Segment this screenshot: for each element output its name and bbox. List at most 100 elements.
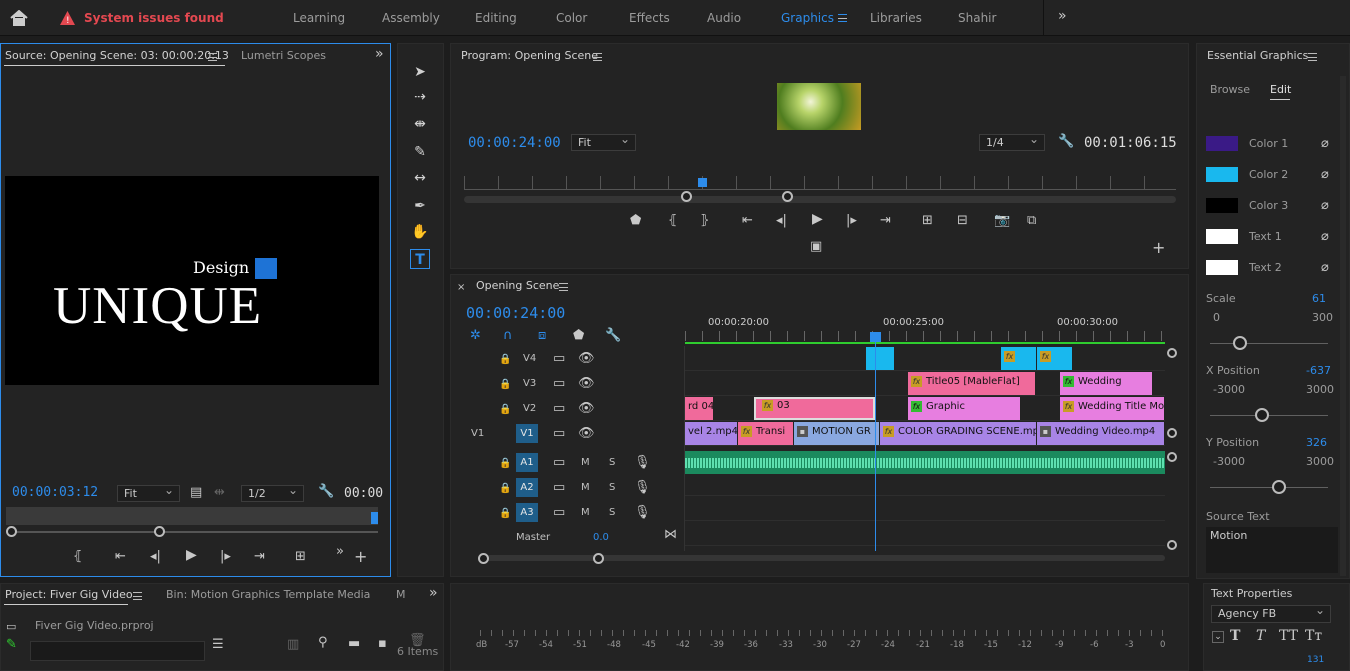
- track-select-tool-icon[interactable]: ⇢: [410, 87, 430, 107]
- prog-go-out-icon[interactable]: ⇥: [880, 214, 891, 227]
- source-fit-select[interactable]: Fit: [117, 483, 180, 502]
- hscroll-right[interactable]: [593, 553, 604, 564]
- panel-overflow-icon[interactable]: »: [375, 47, 384, 61]
- track-label[interactable]: V2: [523, 403, 536, 414]
- track-target-a2[interactable]: A2: [516, 478, 538, 497]
- settings-frame-icon[interactable]: ▤: [190, 486, 202, 499]
- ypos-value[interactable]: 326: [1306, 436, 1327, 449]
- program-menu-icon[interactable]: [593, 53, 602, 61]
- sync-lock-icon[interactable]: ▭: [553, 427, 565, 440]
- timeline-playhead-line[interactable]: [875, 341, 876, 551]
- source-playhead[interactable]: [371, 512, 378, 524]
- mark-in-icon[interactable]: ⦃: [73, 550, 83, 563]
- clip-wedding[interactable]: fx Wedding: [1060, 372, 1153, 395]
- eyedropper-icon[interactable]: ⌀: [1321, 230, 1329, 243]
- ws-editing[interactable]: Editing: [475, 11, 517, 25]
- clip-vel2[interactable]: vel 2.mp4: [685, 422, 738, 445]
- mute-button[interactable]: M: [581, 457, 590, 468]
- source-zoom-bar[interactable]: [12, 531, 378, 533]
- m-tab[interactable]: M: [396, 588, 406, 601]
- project-search-input[interactable]: [30, 641, 205, 661]
- extract-icon[interactable]: ⊟: [957, 214, 968, 227]
- eye-icon[interactable]: 👁: [578, 402, 595, 415]
- source-ruler[interactable]: [6, 507, 378, 525]
- project-overflow-icon[interactable]: »: [429, 586, 438, 600]
- clip-03[interactable]: fx 03: [754, 397, 875, 420]
- more-buttons-icon[interactable]: »: [336, 545, 344, 558]
- mute-button[interactable]: M: [581, 507, 590, 518]
- source-zoom-right[interactable]: [154, 526, 165, 537]
- ws-effects[interactable]: Effects: [629, 11, 670, 25]
- audio-clip-a1[interactable]: [685, 451, 1165, 474]
- razor-tool-icon[interactable]: ✎: [410, 142, 430, 162]
- ws-graphics[interactable]: Graphics: [781, 11, 834, 25]
- lock-icon[interactable]: 🔒: [499, 378, 511, 391]
- prog-mark-out-icon[interactable]: ⦄: [700, 214, 710, 227]
- mic-icon[interactable]: 🎙: [634, 506, 651, 519]
- text1-swatch[interactable]: [1206, 229, 1238, 244]
- bold-icon[interactable]: T: [1230, 629, 1240, 643]
- ripple-edit-tool-icon[interactable]: ⇼: [410, 114, 430, 134]
- lock-icon[interactable]: 🔒: [499, 403, 511, 416]
- scale-slider-knob[interactable]: [1233, 336, 1247, 350]
- clip-transi[interactable]: fx Transi: [738, 422, 794, 445]
- text2-swatch[interactable]: [1206, 260, 1238, 275]
- go-to-out-icon[interactable]: ⇥: [254, 550, 265, 563]
- eg-browse-tab[interactable]: Browse: [1210, 83, 1250, 96]
- pen-tool-icon[interactable]: ✒: [410, 196, 430, 216]
- comparison-view-icon[interactable]: ⧉: [1027, 214, 1036, 227]
- eg-edit-tab[interactable]: Edit: [1270, 83, 1291, 96]
- eg-title[interactable]: Essential Graphics: [1207, 49, 1308, 62]
- ypos-slider[interactable]: [1210, 487, 1328, 488]
- lock-icon[interactable]: 🔒: [499, 507, 511, 520]
- track-label[interactable]: V4: [523, 353, 536, 364]
- hscroll-left[interactable]: [478, 553, 489, 564]
- work-area-bar[interactable]: [685, 342, 1165, 344]
- program-zoom-left[interactable]: [681, 191, 692, 202]
- small-caps-icon[interactable]: Tт: [1305, 629, 1322, 643]
- sequence-menu-icon[interactable]: [559, 283, 568, 291]
- track-target-a3[interactable]: A3: [516, 503, 538, 522]
- sync-lock-icon[interactable]: ▭: [553, 377, 565, 390]
- program-fit-select[interactable]: Fit: [571, 132, 636, 151]
- vscroll-knob-3[interactable]: [1167, 452, 1177, 462]
- clip-v4-cyan-2[interactable]: fx: [1001, 347, 1037, 370]
- prog-step-back-icon[interactable]: ◂|: [776, 214, 787, 227]
- home-icon[interactable]: [10, 9, 28, 26]
- find-icon[interactable]: ⚲: [318, 636, 328, 649]
- xpos-value[interactable]: -637: [1306, 364, 1331, 377]
- track-target-v1[interactable]: V1: [516, 424, 538, 443]
- eg-scrollbar[interactable]: [1340, 76, 1346, 576]
- master-value[interactable]: 0.0: [593, 532, 609, 543]
- program-zoom-right[interactable]: [782, 191, 793, 202]
- step-back-icon[interactable]: ◂|: [150, 550, 161, 563]
- snap-icon[interactable]: ∩: [503, 329, 513, 342]
- eyedropper-icon[interactable]: ⌀: [1321, 261, 1329, 274]
- timeline-ruler-ticks[interactable]: [685, 331, 1165, 341]
- ws-learning[interactable]: Learning: [293, 11, 345, 25]
- eye-icon[interactable]: 👁: [578, 352, 595, 365]
- program-ruler[interactable]: [464, 176, 1176, 190]
- ws-graphics-menu-icon[interactable]: [838, 14, 847, 22]
- vscroll-knob-4[interactable]: [1167, 540, 1177, 550]
- pencil-icon[interactable]: ✎: [6, 638, 17, 651]
- eyedropper-icon[interactable]: ⌀: [1321, 199, 1329, 212]
- ws-audio[interactable]: Audio: [707, 11, 741, 25]
- slip-tool-icon[interactable]: ↔: [410, 168, 430, 188]
- timeline-hscroll[interactable]: [483, 555, 1165, 561]
- source-zoom-left[interactable]: [6, 526, 17, 537]
- ws-assembly[interactable]: Assembly: [382, 11, 440, 25]
- xpos-slider-knob[interactable]: [1255, 408, 1269, 422]
- vscroll-knob-1[interactable]: [1167, 348, 1177, 358]
- clip-v4-cyan-1[interactable]: [866, 347, 895, 370]
- mute-button[interactable]: M: [581, 482, 590, 493]
- project-menu-icon[interactable]: [133, 592, 142, 600]
- close-sequence-icon[interactable]: ×: [457, 281, 465, 294]
- prog-mark-in-icon[interactable]: ⦃: [668, 214, 678, 227]
- eyedropper-icon[interactable]: ⌀: [1321, 137, 1329, 150]
- eyedropper-icon[interactable]: ⌀: [1321, 168, 1329, 181]
- lumetri-scopes-tab[interactable]: Lumetri Scopes: [241, 49, 326, 62]
- timeline-settings-icon[interactable]: 🔧: [605, 329, 621, 342]
- program-timecode[interactable]: 00:00:24:00: [468, 135, 561, 151]
- go-to-in-icon[interactable]: ⇤: [115, 550, 126, 563]
